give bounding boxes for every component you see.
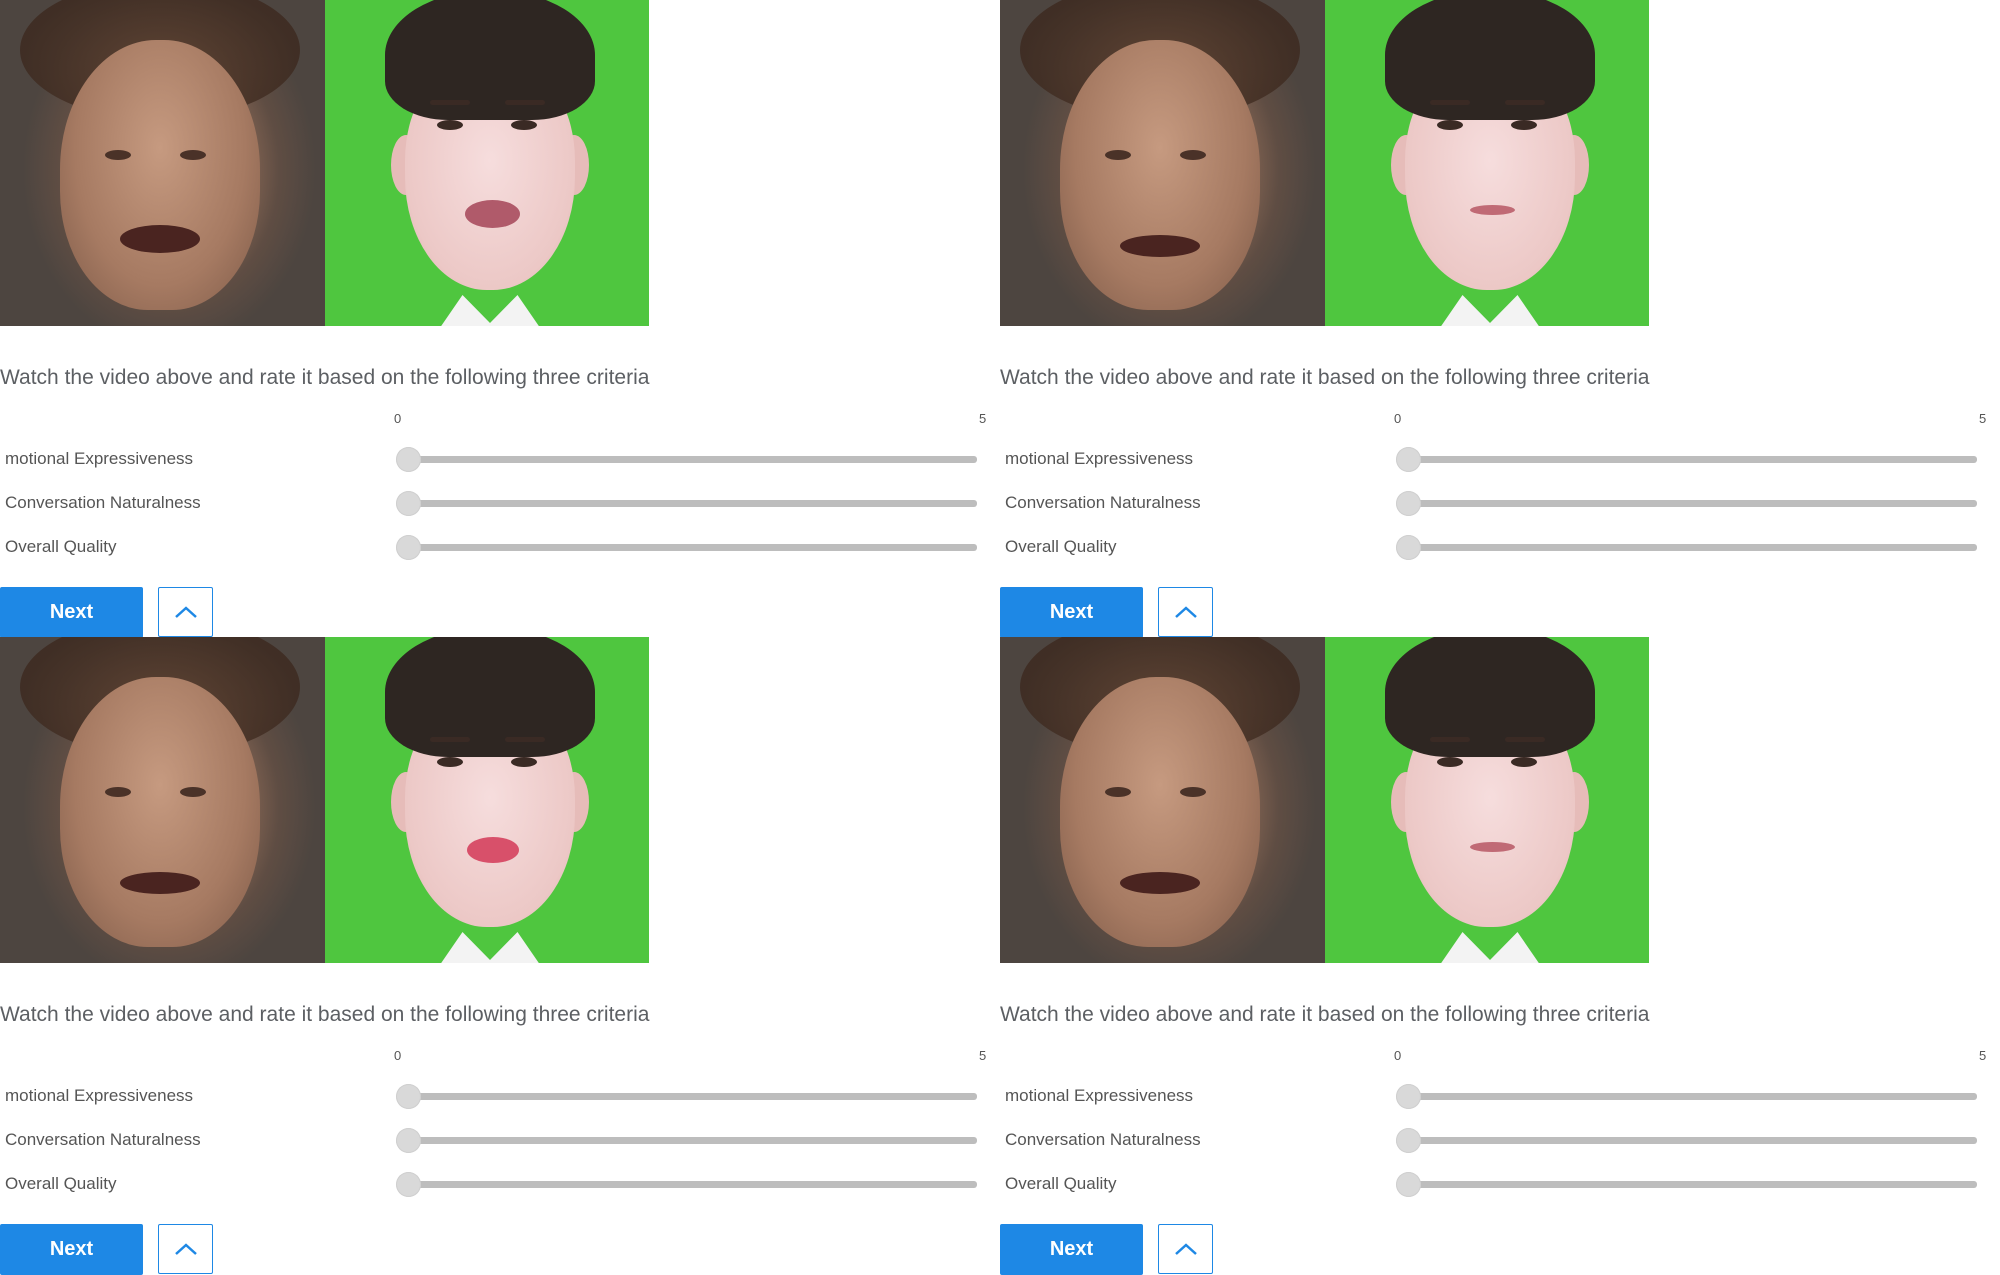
instruction-text: Watch the video above and rate it based … — [0, 366, 650, 389]
slider-thumb[interactable] — [1396, 1172, 1421, 1197]
video-player[interactable] — [1000, 637, 1649, 963]
slider-thumb[interactable] — [1396, 447, 1421, 472]
next-button[interactable]: Next — [0, 587, 143, 638]
slider-thumb[interactable] — [396, 447, 421, 472]
source-video-frame — [1000, 637, 1325, 963]
scroll-up-button[interactable] — [1158, 587, 1213, 637]
slider-thumb[interactable] — [396, 1084, 421, 1109]
chevron-up-icon — [1174, 1243, 1197, 1255]
criterion-label-naturalness: Conversation Naturalness — [5, 493, 201, 512]
scroll-up-button[interactable] — [158, 1224, 213, 1274]
slider-track[interactable] — [412, 500, 977, 507]
slider-thumb[interactable] — [1396, 491, 1421, 516]
slider-track[interactable] — [412, 456, 977, 463]
slider-thumb[interactable] — [396, 1128, 421, 1153]
scale-min-label: 0 — [1394, 1048, 1402, 1063]
scale-max-label: 5 — [1979, 411, 1987, 426]
instruction-text: Watch the video above and rate it based … — [0, 1003, 650, 1026]
rating-panel-2: Watch the video above and rate it based … — [1000, 0, 2000, 638]
criterion-label-quality: Overall Quality — [1005, 1174, 1117, 1193]
slider-track[interactable] — [412, 1093, 977, 1100]
slider-thumb[interactable] — [1396, 535, 1421, 560]
generated-video-frame — [1325, 637, 1649, 963]
slider-track[interactable] — [412, 1137, 977, 1144]
source-video-frame — [0, 637, 325, 963]
scale-max-label: 5 — [1979, 1048, 1987, 1063]
generated-video-frame — [325, 637, 649, 963]
instruction-text: Watch the video above and rate it based … — [1000, 366, 1650, 389]
generated-video-frame — [1325, 0, 1649, 326]
slider-track[interactable] — [412, 544, 977, 551]
video-player[interactable] — [0, 637, 649, 963]
slider-track[interactable] — [1412, 1137, 1977, 1144]
instruction-text: Watch the video above and rate it based … — [1000, 1003, 1650, 1026]
source-video-frame — [1000, 0, 1325, 326]
generated-video-frame — [325, 0, 649, 326]
scale-max-label: 5 — [979, 411, 987, 426]
chevron-up-icon — [174, 1243, 197, 1255]
criterion-label-naturalness: Conversation Naturalness — [5, 1130, 201, 1149]
criterion-label-expressiveness: motional Expressiveness — [1005, 449, 1194, 468]
slider-track[interactable] — [1412, 1181, 1977, 1188]
criterion-label-quality: Overall Quality — [5, 537, 117, 556]
source-video-frame — [0, 0, 325, 326]
chevron-up-icon — [1174, 606, 1197, 618]
slider-track[interactable] — [1412, 1093, 1977, 1100]
scroll-up-button[interactable] — [158, 587, 213, 637]
slider-track[interactable] — [1412, 544, 1977, 551]
slider-track[interactable] — [412, 1181, 977, 1188]
criterion-label-expressiveness: motional Expressiveness — [5, 449, 194, 468]
next-button[interactable]: Next — [0, 1224, 143, 1275]
scale-min-label: 0 — [394, 1048, 402, 1063]
rating-panel-3: Watch the video above and rate it based … — [0, 637, 1000, 1275]
slider-thumb[interactable] — [1396, 1128, 1421, 1153]
scale-max-label: 5 — [979, 1048, 987, 1063]
criterion-label-expressiveness: motional Expressiveness — [1005, 1086, 1194, 1105]
criterion-label-naturalness: Conversation Naturalness — [1005, 1130, 1201, 1149]
criterion-label-expressiveness: motional Expressiveness — [5, 1086, 194, 1105]
criterion-label-naturalness: Conversation Naturalness — [1005, 493, 1201, 512]
video-player[interactable] — [1000, 0, 1649, 326]
slider-track[interactable] — [1412, 456, 1977, 463]
slider-track[interactable] — [1412, 500, 1977, 507]
video-player[interactable] — [0, 0, 649, 326]
slider-thumb[interactable] — [1396, 1084, 1421, 1109]
scroll-up-button[interactable] — [1158, 1224, 1213, 1274]
rating-panel-1: Watch the video above and rate it based … — [0, 0, 1000, 638]
chevron-up-icon — [174, 606, 197, 618]
criterion-label-quality: Overall Quality — [1005, 537, 1117, 556]
rating-panel-4: Watch the video above and rate it based … — [1000, 637, 2000, 1275]
scale-min-label: 0 — [1394, 411, 1402, 426]
scale-min-label: 0 — [394, 411, 402, 426]
next-button[interactable]: Next — [1000, 1224, 1143, 1275]
slider-thumb[interactable] — [396, 535, 421, 560]
criterion-label-quality: Overall Quality — [5, 1174, 117, 1193]
slider-thumb[interactable] — [396, 1172, 421, 1197]
slider-thumb[interactable] — [396, 491, 421, 516]
next-button[interactable]: Next — [1000, 587, 1143, 638]
